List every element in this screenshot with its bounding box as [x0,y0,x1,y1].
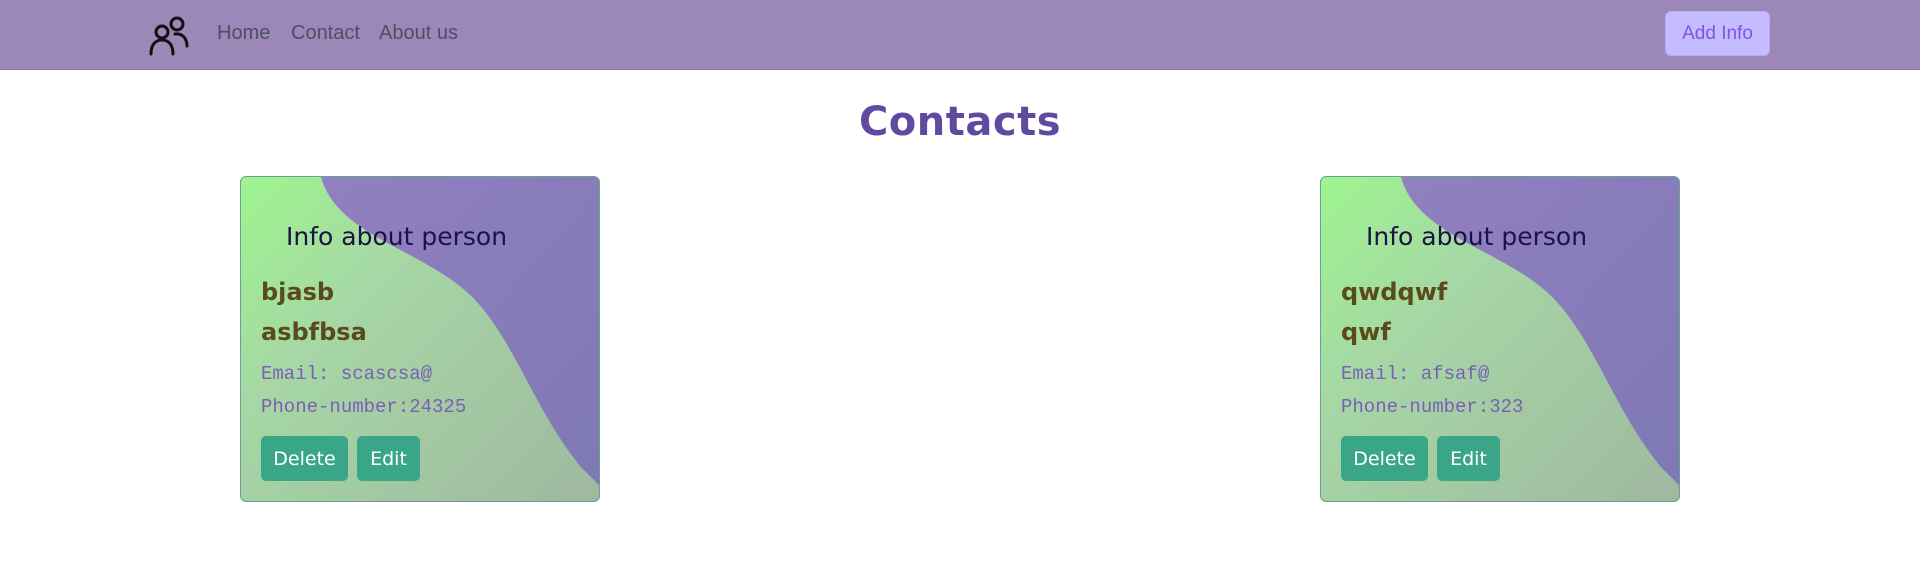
page-title: Contacts [858,99,1062,145]
people-icon[interactable] [148,15,190,57]
contact-card: Info about person bjasb asbfbsa Email: s… [240,176,600,502]
top-navbar: Home Contact About us Add Info [0,0,1920,70]
delete-button[interactable]: Delete [261,436,348,481]
edit-button[interactable]: Edit [1437,436,1500,481]
card-email: Email: scascsa@ [261,363,433,385]
delete-button[interactable]: Delete [1341,436,1428,481]
card-first-name: bjasb [261,278,335,306]
card-heading: Info about person [286,222,508,251]
card-last-name: qwf [1341,318,1391,346]
card-heading: Info about person [1366,222,1588,251]
contact-card: Info about person qwdqwf qwf Email: afsa… [1320,176,1680,502]
card-first-name: qwdqwf [1341,278,1448,306]
nav-link-about-us[interactable]: About us [379,22,458,45]
edit-button[interactable]: Edit [357,436,420,481]
add-info-button[interactable]: Add Info [1665,11,1770,56]
card-email: Email: afsaf@ [1341,363,1490,385]
card-last-name: asbfbsa [261,318,367,346]
card-phone: Phone-number:323 [1341,396,1524,418]
nav-link-contact[interactable]: Contact [291,22,360,45]
nav-link-home[interactable]: Home [217,22,270,45]
card-phone: Phone-number:24325 [261,396,467,418]
